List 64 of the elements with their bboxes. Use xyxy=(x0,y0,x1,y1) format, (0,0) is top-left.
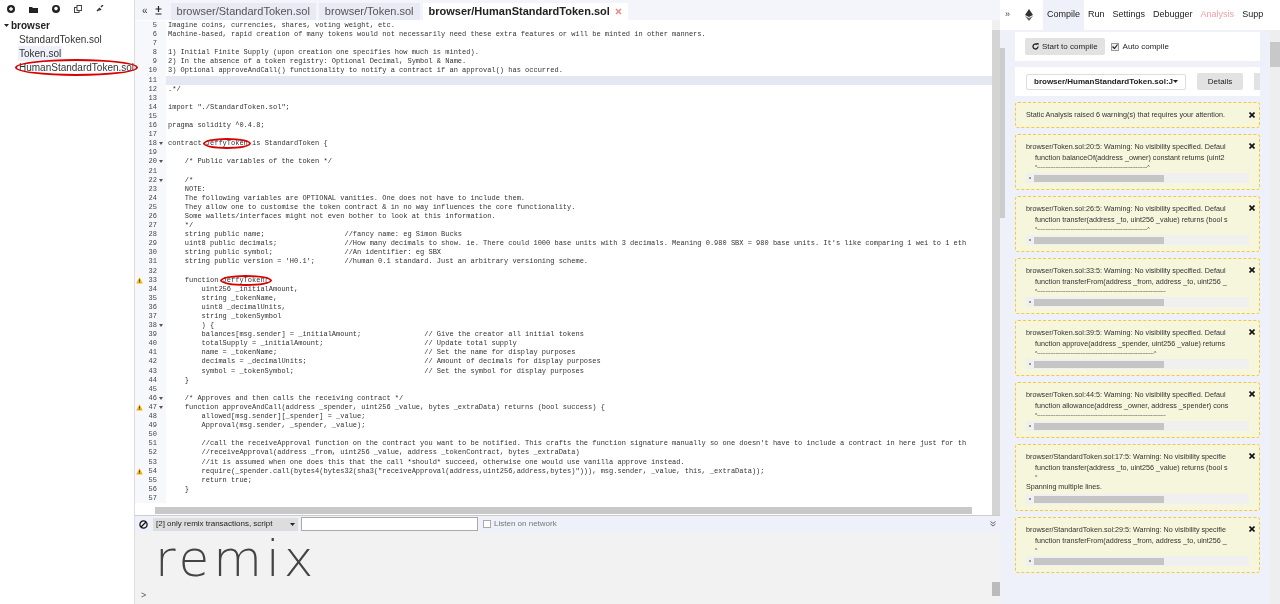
checkbox[interactable] xyxy=(1110,42,1119,51)
dropdown-caret-icon[interactable] xyxy=(290,522,295,526)
folder-name[interactable]: browser xyxy=(11,17,50,33)
collapse-icon[interactable] xyxy=(990,521,996,527)
dropdown-value: browser/HumanStandardToken.sol:J xyxy=(1034,75,1173,88)
horizontal-scrollbar[interactable] xyxy=(155,507,972,514)
clear-icon[interactable] xyxy=(139,519,148,529)
horizontal-scrollbar[interactable] xyxy=(1026,421,1249,431)
fold-caret-icon[interactable] xyxy=(159,160,163,164)
panel-tab[interactable]: Debugger xyxy=(1149,0,1197,30)
search-field[interactable] xyxy=(301,517,478,531)
warning-icon[interactable] xyxy=(136,276,143,284)
close-icon[interactable] xyxy=(1249,526,1255,532)
horizontal-scrollbar[interactable] xyxy=(1026,359,1249,369)
refresh-icon[interactable] xyxy=(1032,43,1039,50)
fold-caret-icon[interactable] xyxy=(159,396,163,400)
horizontal-scrollbar[interactable] xyxy=(1026,556,1249,566)
panel-scrollbar[interactable] xyxy=(1270,30,1280,604)
dropdown-value: [2] only remix transactions, script xyxy=(156,518,273,530)
fold-caret-icon[interactable] xyxy=(159,406,163,409)
close-icon[interactable] xyxy=(1249,329,1255,335)
fold-caret-icon[interactable] xyxy=(159,142,163,146)
compile-button[interactable]: Start to compile xyxy=(1025,38,1105,55)
add-file-icon[interactable] xyxy=(7,5,15,13)
expand-panel-button[interactable]: » xyxy=(1000,8,1015,22)
folder-icon[interactable] xyxy=(29,5,38,13)
file-item[interactable]: StandardToken.sol xyxy=(18,31,103,47)
fold-caret-icon[interactable] xyxy=(159,178,163,182)
fold-caret-icon[interactable] xyxy=(159,324,163,328)
file-tab[interactable]: browser/StandardToken.sol xyxy=(170,3,316,20)
filter-dropdown[interactable]: [2] only remix transactions, script xyxy=(153,517,298,531)
checkbox[interactable] xyxy=(483,520,491,528)
vertical-scrollbar[interactable] xyxy=(992,20,1000,515)
prompt: > xyxy=(141,588,148,602)
panel-tab[interactable]: Supp xyxy=(1238,0,1268,30)
close-icon[interactable] xyxy=(1249,453,1255,459)
warning-icon[interactable] xyxy=(136,404,143,411)
checkmark-icon xyxy=(1111,44,1118,49)
panel-tab[interactable]: Run xyxy=(1084,0,1109,30)
contract-dropdown[interactable]: browser/HumanStandardToken.sol:J xyxy=(1026,73,1186,90)
dropdown-caret-icon[interactable] xyxy=(1173,80,1178,83)
details-button[interactable]: Details xyxy=(1197,73,1243,90)
caret-icon[interactable] xyxy=(4,22,9,28)
file-item[interactable]: Token.sol xyxy=(18,45,63,61)
remix-logo: remix xyxy=(155,534,319,584)
checkbox-label: Listen on network xyxy=(494,518,557,530)
close-icon[interactable] xyxy=(1249,143,1255,149)
collapse-panel-button[interactable]: « xyxy=(138,2,152,18)
ethereum-logo-icon[interactable] xyxy=(1025,9,1033,21)
file-tab[interactable]: browser/Token.sol xyxy=(318,3,420,20)
panel-tab[interactable]: Settings xyxy=(1108,0,1150,30)
close-icon[interactable] xyxy=(1249,391,1255,397)
close-icon[interactable] xyxy=(1249,267,1255,273)
horizontal-scrollbar[interactable] xyxy=(1026,494,1249,504)
copy-icon[interactable] xyxy=(74,5,82,13)
horizontal-scrollbar[interactable] xyxy=(1026,297,1249,307)
checkbox-label: Auto compile xyxy=(1122,40,1169,53)
panel-tab[interactable]: Compile xyxy=(1043,0,1085,30)
close-icon[interactable] xyxy=(1249,205,1255,211)
horizontal-scrollbar[interactable] xyxy=(1026,173,1249,183)
close-icon[interactable] xyxy=(1249,112,1255,118)
file-tab[interactable]: browser/HumanStandardToken.sol xyxy=(422,3,628,20)
horizontal-scrollbar[interactable] xyxy=(1026,235,1249,245)
warning-icon[interactable] xyxy=(136,467,143,475)
